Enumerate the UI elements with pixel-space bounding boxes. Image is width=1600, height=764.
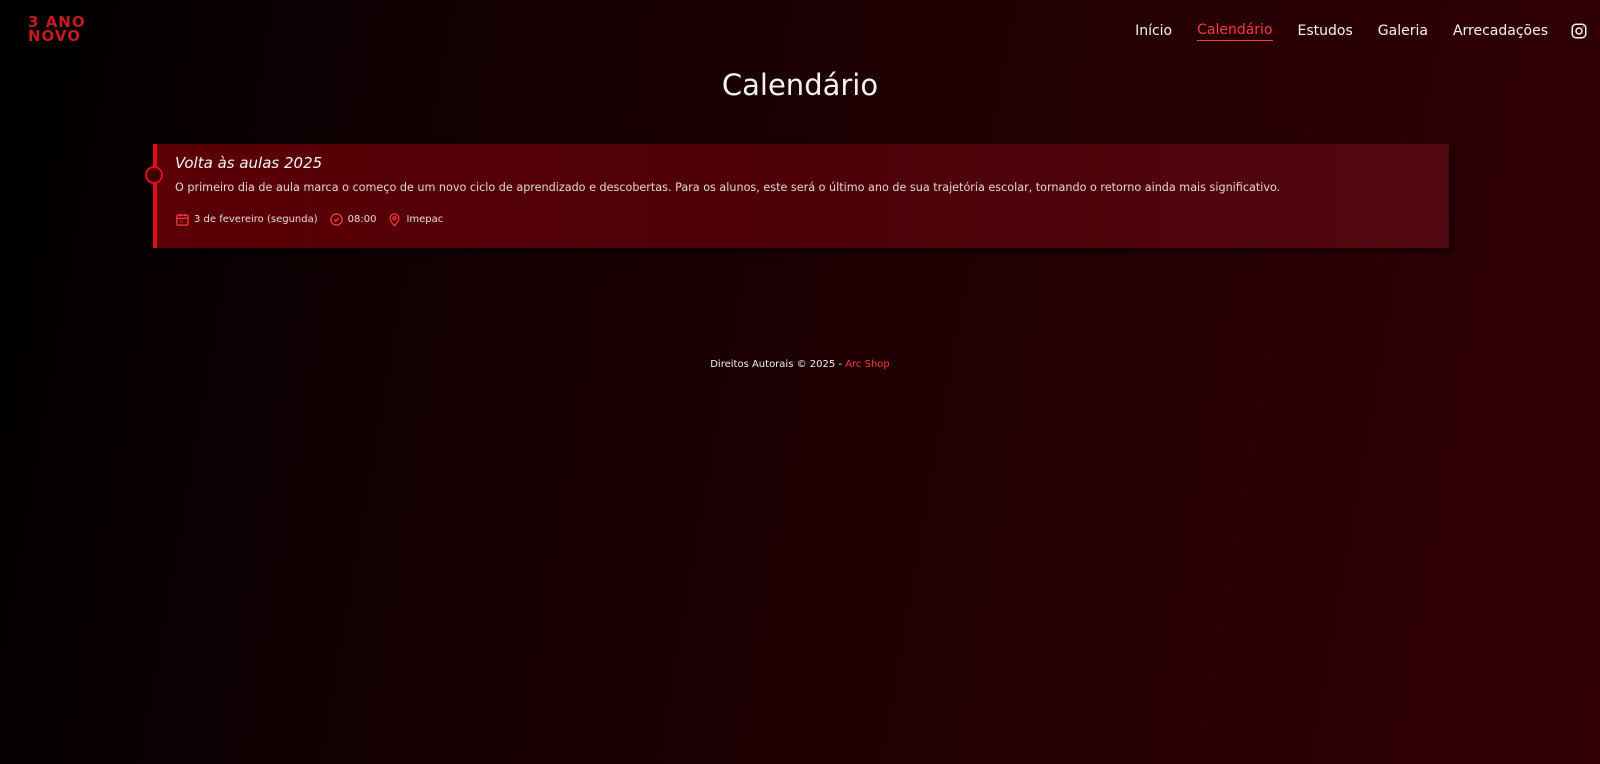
- nav-item-arrecadacoes[interactable]: Arrecadações: [1453, 23, 1548, 41]
- event-time-text: 08:00: [347, 214, 377, 225]
- timeline-dot: [145, 166, 163, 184]
- instagram-icon[interactable]: [1570, 22, 1588, 40]
- event-card: Volta às aulas 2025 O primeiro dia de au…: [145, 144, 1449, 248]
- footer: Direitos Autorais © 2025 - Arc Shop: [0, 359, 1600, 370]
- event-time: 08:00: [329, 212, 377, 227]
- page-title: Calendário: [721, 68, 879, 102]
- logo-line-2: NOVO: [28, 27, 81, 45]
- event-description: O primeiro dia de aula marca o começo de…: [175, 181, 1281, 194]
- event-location-text: Imepac: [406, 214, 444, 225]
- site-logo[interactable]: 3 ANO NOVO: [28, 15, 86, 45]
- event-meta: 3 de fevereiro (segunda) 08:00 Imepac: [175, 212, 1431, 227]
- event-date: 3 de fevereiro (segunda): [175, 212, 318, 227]
- nav-item-calendario[interactable]: Calendário: [1197, 22, 1273, 41]
- calendar-icon: [176, 213, 189, 226]
- nav-item-inicio[interactable]: Início: [1135, 23, 1172, 41]
- event-date-text: 3 de fevereiro (segunda): [194, 214, 318, 225]
- nav-item-galeria[interactable]: Galeria: [1378, 23, 1428, 41]
- main-nav: Início Calendário Estudos Galeria Arreca…: [1135, 22, 1548, 41]
- nav-item-estudos[interactable]: Estudos: [1298, 23, 1353, 41]
- clock-icon: [329, 213, 343, 226]
- event-title: Volta às aulas 2025: [175, 154, 323, 172]
- map-pin-icon: [389, 213, 400, 227]
- footer-copyright: Direitos Autorais © 2025 -: [710, 359, 846, 370]
- event-location: Imepac: [387, 212, 443, 227]
- footer-link-arc-shop[interactable]: Arc Shop: [845, 359, 890, 370]
